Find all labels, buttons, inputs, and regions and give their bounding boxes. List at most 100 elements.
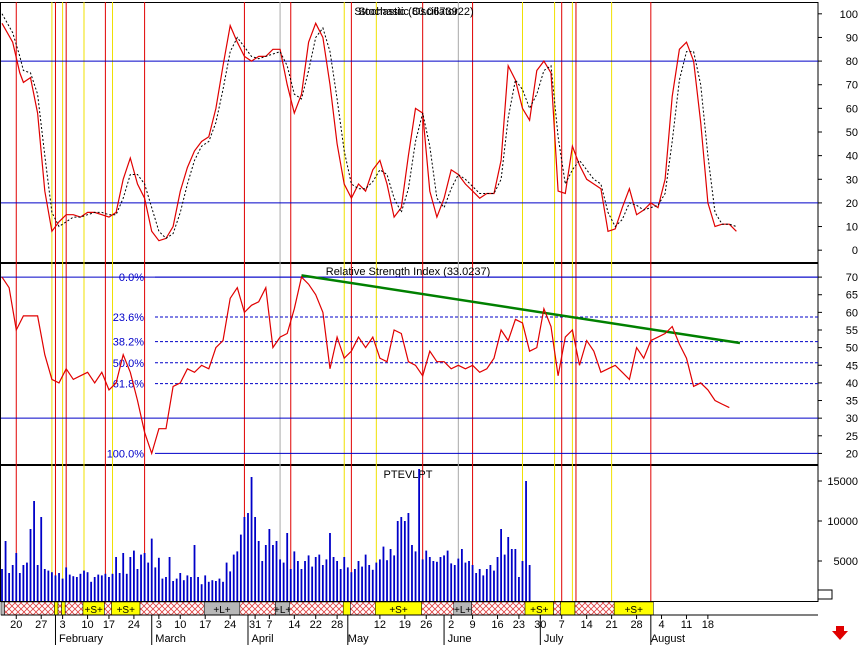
- volume-bar: [129, 557, 132, 601]
- volume-bar: [147, 562, 150, 601]
- volume-bar: [518, 577, 520, 601]
- date-tick-label: 16: [491, 619, 503, 631]
- volume-bar: [489, 565, 492, 601]
- fib-level-label: 0.0%: [119, 272, 144, 284]
- volume-bar: [68, 574, 71, 601]
- volume-bar: [460, 549, 463, 601]
- rsi-tick-label: 30: [846, 413, 858, 425]
- signal-label: +S+: [389, 605, 408, 616]
- date-tick-label: 14: [581, 619, 593, 631]
- volume-bar: [464, 562, 467, 601]
- volume-bar: [51, 572, 53, 601]
- volume-bar: [157, 557, 160, 601]
- volume-bar: [118, 573, 121, 601]
- volume-bar: [329, 533, 331, 601]
- signal-label: +S+: [530, 605, 549, 616]
- stochastic-tick-label: 60: [846, 103, 858, 115]
- month-label: April: [252, 633, 274, 645]
- volume-bar: [108, 577, 110, 601]
- volume-panel: PTEVLPT 5000 10000 15000: [1, 469, 858, 601]
- volume-bar: [475, 573, 478, 601]
- volume-bar: [396, 521, 399, 601]
- fib-level-label: 38.2%: [113, 337, 144, 349]
- signal-segment: [0, 601, 5, 616]
- volume-bar: [468, 561, 470, 601]
- volume-bar: [346, 567, 349, 601]
- volume-bar: [72, 576, 75, 601]
- signal-segment: [553, 601, 561, 616]
- volume-bar: [193, 545, 196, 601]
- volume-bar: [86, 572, 89, 601]
- panel-frame: [0, 2, 819, 263]
- fib-level-label: 61.8%: [113, 379, 144, 391]
- date-tick-label: 22: [310, 619, 322, 631]
- panel-frames: [0, 2, 819, 602]
- volume-bar: [425, 550, 428, 601]
- volume-bar: [496, 557, 499, 601]
- volume-bar: [482, 575, 485, 601]
- month-label: July: [544, 633, 564, 645]
- rsi-tick-label: 35: [846, 396, 858, 408]
- volume-bar: [286, 533, 289, 601]
- volume-bar: [75, 577, 78, 601]
- volume-bar: [58, 573, 60, 601]
- volume-bar: [296, 561, 299, 601]
- volume-bar: [450, 563, 453, 601]
- stochastic-tick-label: 90: [846, 32, 858, 44]
- volume-bar: [47, 570, 50, 601]
- volume-bar: [293, 551, 296, 601]
- rsi-tick-label: 45: [846, 360, 858, 372]
- volume-bar: [371, 569, 374, 601]
- signal-segment: [289, 601, 344, 616]
- volume-title: PTEVLPT: [384, 469, 433, 481]
- volume-bar: [133, 550, 135, 601]
- signal-label: +L+: [454, 605, 471, 616]
- signal-scroll-box: [817, 589, 833, 600]
- volume-bar: [378, 559, 381, 601]
- volume-bar: [264, 545, 267, 601]
- volume-bar: [418, 469, 421, 601]
- volume-bar: [97, 574, 100, 601]
- volume-bar: [1, 569, 3, 601]
- stochastic-tick-label: 100: [840, 9, 858, 21]
- signal-segment: [342, 601, 351, 616]
- signal-segment: [421, 601, 455, 616]
- date-tick-label: 27: [35, 619, 47, 631]
- stochastic-panel: Stochastic Oscillator Stochastic (80.067…: [1, 6, 858, 257]
- stochastic-tick-label: 20: [846, 198, 858, 210]
- rsi-tick-label: 25: [846, 431, 858, 443]
- volume-bar: [393, 555, 396, 601]
- down-arrow-icon: [832, 626, 848, 640]
- volume-bar: [200, 584, 203, 601]
- volume-bar: [507, 537, 510, 601]
- volume-bar: [207, 581, 210, 601]
- volume-bar: [272, 545, 274, 601]
- volume-bar: [243, 517, 246, 601]
- signal-segment: [139, 601, 205, 616]
- date-tick-label: 10: [81, 619, 93, 631]
- stochastic-tick-label: 50: [846, 127, 858, 139]
- volume-bar: [304, 561, 306, 601]
- volume-bar: [528, 565, 531, 601]
- date-tick-label: 4: [658, 619, 664, 631]
- date-tick-label: 18: [702, 619, 714, 631]
- rsi-tick-label: 65: [846, 290, 858, 302]
- date-tick-label: 24: [128, 619, 140, 631]
- rsi-tick-label: 60: [846, 307, 858, 319]
- volume-bar: [22, 565, 25, 601]
- date-axis: 20 27 3 10 17 24 3 10 17 24 31 7 14 22 28 12 19 26 2 9 16 23 3…: [1, 614, 818, 645]
- volume-bar: [222, 581, 224, 601]
- volume-bar: [54, 575, 57, 601]
- volume-bar: [457, 558, 460, 601]
- rsi-tick-label: 70: [846, 272, 858, 284]
- volume-bar: [197, 577, 199, 601]
- volume-bar: [364, 554, 367, 601]
- volume-bar: [33, 501, 35, 601]
- date-tick-label: 2: [448, 619, 454, 631]
- volume-bar: [239, 534, 242, 601]
- volume-bar: [79, 573, 82, 601]
- volume-bar: [100, 575, 103, 601]
- volume-bar: [403, 521, 406, 601]
- volume-bar: [318, 554, 321, 601]
- date-tick-label: 26: [420, 619, 432, 631]
